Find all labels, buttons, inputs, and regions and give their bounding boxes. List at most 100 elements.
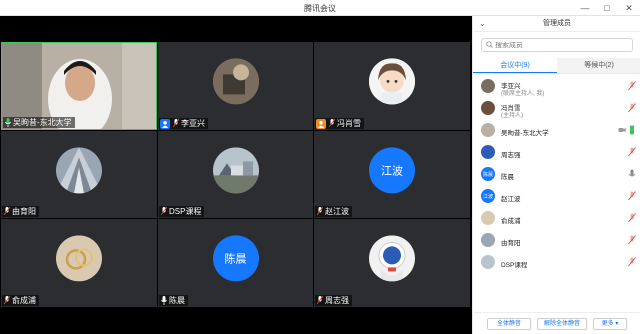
participant-name: 陈晨 [169, 296, 185, 305]
member-row[interactable]: 江波 赵江波 [473, 186, 640, 208]
participant-name-tag: 赵江波 [315, 206, 352, 217]
member-row[interactable]: 由育阳 [473, 230, 640, 252]
participant-name: 李亚兴 [181, 119, 205, 128]
mic-muted-icon [3, 207, 10, 216]
member-search-box[interactable] [481, 38, 633, 52]
member-row[interactable]: DSP课程 [473, 252, 640, 274]
member-row[interactable]: 吴昫昔-东北大学 [473, 120, 640, 142]
mic-muted-icon [316, 296, 323, 305]
video-grid: 吴昫昔-东北大学 李亚兴 冯肖雪 由育阳 DSP课程 江波 赵江波 俞成浦 陈晨… [0, 16, 472, 334]
participant-name: 吴昫昔-东北大学 [13, 118, 72, 127]
host-icon [316, 118, 326, 129]
member-avatar [481, 233, 495, 247]
member-row[interactable]: 陈晨 陈晨 [473, 164, 640, 186]
member-avatar [481, 79, 495, 93]
member-name: 赵江波 [501, 196, 521, 203]
microphone-icon [4, 118, 11, 127]
video-tile-8[interactable]: 陈晨 陈晨 [158, 219, 313, 307]
participant-name: 俞成浦 [12, 296, 36, 305]
participant-name-tag: 李亚兴 [159, 118, 208, 129]
mic-muted-icon[interactable] [628, 81, 636, 91]
participant-name-tag: 周志强 [315, 295, 352, 306]
mic-muted-icon [3, 296, 10, 305]
participant-name-tag: 冯肖雪 [315, 118, 364, 129]
mic-muted-icon[interactable] [628, 235, 636, 245]
microphone-icon [160, 296, 167, 305]
participant-name-tag: 吴昫昔-东北大学 [3, 117, 75, 128]
video-tile-7[interactable]: 俞成浦 [1, 219, 157, 307]
member-role: (联席主持人, 我) [501, 91, 545, 97]
participant-name-tag: 陈晨 [159, 295, 188, 306]
members-panel: ⌄ 管理成员 会议中(9) 等候中(2) 李亚兴 (联席主持人, 我) 冯肖雪 … [472, 16, 640, 334]
participant-name-tag: DSP课程 [159, 206, 205, 217]
video-tile-2[interactable]: 李亚兴 [158, 42, 313, 130]
microphone-icon[interactable] [628, 125, 636, 135]
participant-avatar [212, 58, 259, 105]
member-name: 周志强 [501, 152, 521, 159]
member-avatar [481, 145, 495, 159]
participant-name-tag: 俞成浦 [2, 295, 39, 306]
panel-header: ⌄ 管理成员 [473, 16, 640, 32]
more-button[interactable]: 更多 ▾ [593, 318, 627, 330]
video-tile-4[interactable]: 由育阳 [1, 131, 157, 218]
microphone-icon[interactable] [628, 169, 636, 179]
window-title: 腾讯会议 [304, 4, 336, 13]
video-tile-3[interactable]: 冯肖雪 [314, 42, 470, 130]
member-avatar [481, 255, 495, 269]
participant-name: DSP课程 [169, 207, 202, 216]
video-tile-6[interactable]: 江波 赵江波 [314, 131, 470, 218]
member-tabs: 会议中(9) 等候中(2) [473, 58, 640, 74]
participant-avatar: 江波 [369, 146, 415, 193]
member-avatar [481, 123, 495, 137]
video-tile-9[interactable]: 周志强 [314, 219, 470, 307]
participant-avatar [56, 235, 102, 282]
minimize-icon[interactable]: — [574, 0, 596, 16]
member-name: 由育阳 [501, 240, 521, 247]
member-avatar: 陈晨 [481, 167, 495, 181]
mic-muted-icon[interactable] [628, 213, 636, 223]
mic-muted-icon [316, 207, 323, 216]
member-name: 陈晨 [501, 174, 514, 181]
member-name: 俞成浦 [501, 218, 521, 225]
chevron-down-icon[interactable]: ⌄ [479, 16, 486, 32]
panel-title: 管理成员 [543, 20, 571, 27]
mute-all-button[interactable]: 全体静音 [487, 318, 531, 330]
member-row[interactable]: 李亚兴 (联席主持人, 我) [473, 76, 640, 98]
participant-avatar [56, 146, 102, 193]
title-bar: 腾讯会议 — □ ✕ [0, 0, 640, 16]
mic-muted-icon[interactable] [628, 191, 636, 201]
participant-name-tag: 由育阳 [2, 206, 39, 217]
maximize-icon[interactable]: □ [596, 0, 618, 16]
tab-in-meeting[interactable]: 会议中(9) [473, 58, 557, 73]
member-role: (主持人) [501, 113, 523, 119]
mic-muted-icon[interactable] [628, 103, 636, 113]
member-name: 吴昫昔-东北大学 [501, 130, 549, 137]
tab-waiting[interactable]: 等候中(2) [557, 58, 640, 73]
member-name: DSP课程 [501, 262, 528, 269]
close-icon[interactable]: ✕ [618, 0, 640, 16]
mic-muted-icon [328, 119, 335, 128]
member-row[interactable]: 俞成浦 [473, 208, 640, 230]
video-tile-1[interactable]: 吴昫昔-东北大学 [1, 42, 157, 130]
member-avatar [481, 211, 495, 225]
mic-muted-icon[interactable] [628, 257, 636, 267]
camera-icon[interactable] [618, 125, 626, 135]
member-avatar: 江波 [481, 189, 495, 203]
participant-avatar: 陈晨 [212, 235, 259, 282]
participant-avatar [369, 235, 415, 282]
mic-muted-icon[interactable] [628, 147, 636, 157]
search-input[interactable] [495, 41, 625, 49]
co-host-icon [160, 118, 170, 129]
participant-avatar [369, 58, 415, 105]
member-row[interactable]: 冯肖雪 (主持人) [473, 98, 640, 120]
panel-footer: 全体静音 解除全体静音 更多 ▾ [473, 312, 640, 334]
participant-name: 冯肖雪 [337, 119, 361, 128]
mic-muted-icon [172, 119, 179, 128]
caret-down-icon: ▾ [615, 321, 619, 327]
member-avatar [481, 101, 495, 115]
participant-avatar [212, 146, 259, 193]
more-label: 更多 [601, 321, 614, 327]
video-tile-5[interactable]: DSP课程 [158, 131, 313, 218]
member-row[interactable]: 周志强 [473, 142, 640, 164]
unmute-all-button[interactable]: 解除全体静音 [537, 318, 587, 330]
